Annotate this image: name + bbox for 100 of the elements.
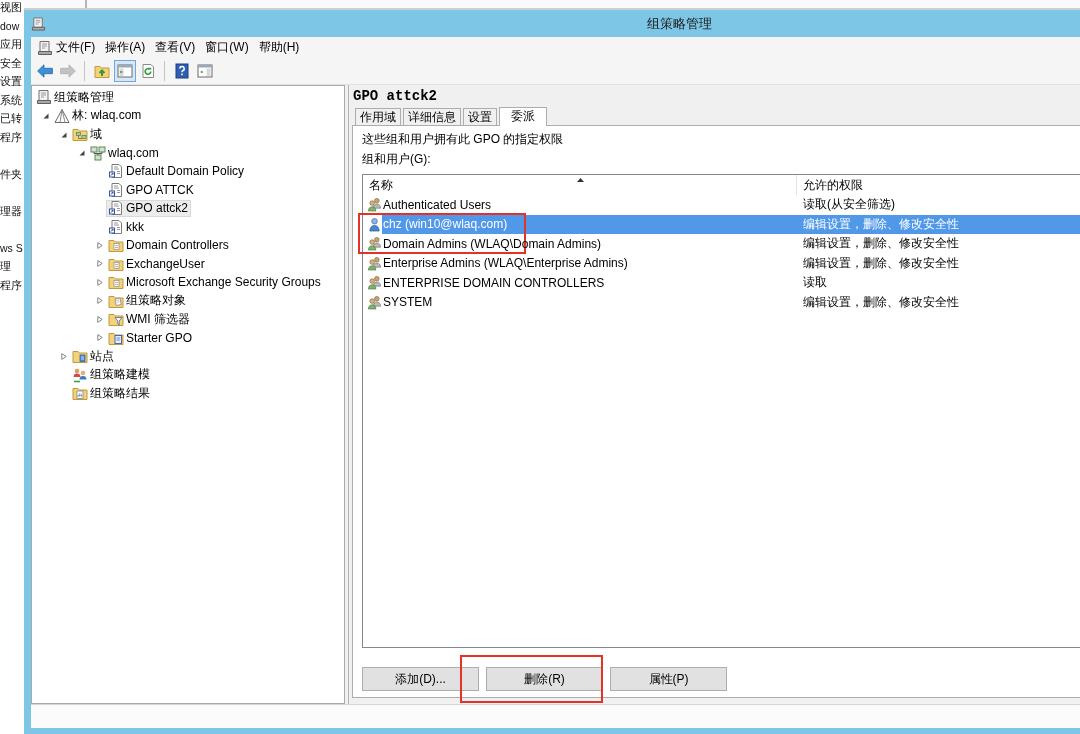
help-icon [174,63,190,79]
list-row[interactable]: SYSTEM 编辑设置，删除、修改安全性 [363,292,1080,312]
table-cell-text: 读取 [802,274,828,292]
tree-item[interactable]: GPO ATTCK [106,181,197,199]
tree-item[interactable]: Domain Controllers [106,236,232,254]
tree-item[interactable]: 站点 [70,347,117,365]
folder-report-icon [72,385,88,402]
tree-item[interactable]: kkk [106,218,147,236]
expand-arrow-icon[interactable] [97,241,103,249]
tab[interactable]: 委派 [499,107,547,126]
menu-item[interactable]: 文件(F) [51,38,101,57]
tree-item[interactable]: ExchangeUser [106,255,208,273]
menu-item[interactable]: 窗口(W) [200,38,254,57]
folder-document-icon [108,237,124,254]
window-title: 组策略管理 [646,14,712,33]
folder-up-icon [94,63,110,79]
dialog-button[interactable]: 删除(R) [486,667,603,691]
tree-item[interactable]: 组策略结果 [70,384,153,402]
group-icon [367,275,382,291]
background-window-item[interactable]: 已转 [0,111,24,130]
document-shortcut-icon [108,181,124,198]
window-left-pane-icon [117,63,133,79]
table-cell-text: 读取(从安全筛选) [802,196,896,214]
background-window-item[interactable]: dow [0,18,24,37]
tree-item[interactable]: 林: wlaq.com [52,107,145,125]
people-icon [72,366,88,383]
table-cell-text: chz (win10@wlaq.com) [382,217,509,232]
background-window-item[interactable]: 程序 [0,129,24,148]
group-icon [367,197,382,213]
document-shortcut-icon [108,163,124,180]
scroll-icon [31,15,46,32]
sort-arrow-icon [576,178,584,182]
folder-filter-icon [108,311,124,328]
tab[interactable]: 作用域 [355,108,401,125]
column-header[interactable]: 名称 [363,175,797,195]
menu-item[interactable]: 帮助(H) [253,38,305,57]
table-cell-text: Authenticated Users [382,197,493,212]
tree-item[interactable]: Microsoft Exchange Security Groups [106,273,324,291]
expand-arrow-icon[interactable] [97,260,103,268]
table-cell-text: 编辑设置，删除、修改安全性 [802,235,960,253]
collapse-arrow-icon[interactable] [61,130,67,138]
expand-arrow-icon[interactable] [97,334,103,342]
table-cell-text: 编辑设置，删除、修改安全性 [802,254,960,272]
console-tree-button[interactable] [114,60,136,82]
window-right-pane-icon [197,63,213,79]
background-window-item[interactable]: 系统 [0,92,24,111]
pyramid-icon [54,107,70,124]
tree-item[interactable]: Starter GPO [106,329,196,347]
document-shortcut-icon [108,218,124,235]
menu-item[interactable]: 操作(A) [100,38,151,57]
tree-item[interactable]: GPO attck2 [106,199,192,217]
table-cell-text: Enterprise Admins (WLAQ\Enterprise Admins) [382,256,629,271]
details-title: GPO attck2 [352,87,437,106]
table-cell-text: 编辑设置，删除、修改安全性 [802,215,960,233]
tree-item[interactable]: wlaq.com [88,144,162,162]
tree-item[interactable]: 组策略管理 [34,88,117,106]
table-cell-text: SYSTEM [382,295,434,310]
expand-arrow-icon[interactable] [61,352,67,360]
table-cell-text: ENTERPRISE DOMAIN CONTROLLERS [382,275,606,290]
document-shortcut-icon [108,200,124,217]
group-icon [367,236,382,252]
folder-box-icon [72,348,88,365]
dialog-button[interactable]: 属性(P) [610,667,727,691]
user-icon [367,216,382,232]
list-row[interactable]: Authenticated Users 读取(从安全筛选) [363,195,1080,215]
background-window-item[interactable]: 视图 [0,0,24,19]
background-window-item[interactable]: 理器 [0,203,24,222]
collapse-arrow-icon[interactable] [43,112,49,120]
folder-document-icon [108,274,124,291]
list-label: 组和用户(G): [362,151,431,168]
collapse-arrow-icon[interactable] [79,149,85,157]
list-row[interactable]: Enterprise Admins (WLAQ\Enterprise Admins) 编辑设置，删除、修改安全性 [363,253,1080,273]
background-window-item[interactable]: ws S [0,240,24,259]
background-window-item[interactable]: 件夹 [0,166,24,185]
tree-item[interactable]: Default Domain Policy [106,162,248,180]
network-icon [90,144,106,161]
background-window-item[interactable]: 设置 [0,74,24,93]
expand-arrow-icon[interactable] [97,297,103,305]
tree-item[interactable]: 组策略建模 [70,366,153,384]
scroll-icon [36,89,52,106]
column-header[interactable]: 允许的权限 [797,175,1080,195]
background-window-item[interactable]: 应用 [0,37,24,56]
network-folder-icon [72,126,88,143]
group-icon [367,255,382,271]
tree-item[interactable]: WMI 筛选器 [106,310,193,328]
menu-item[interactable]: 查看(V) [150,38,201,57]
tree-item[interactable]: 组策略对象 [106,292,189,310]
description-text: 这些组和用户拥有此 GPO 的指定权限 [362,131,564,148]
list-row[interactable]: ENTERPRISE DOMAIN CONTROLLERS 读取 [363,273,1080,293]
background-window-item[interactable]: 程序 [0,277,24,296]
table-cell-text: 编辑设置，删除、修改安全性 [802,293,960,311]
tab[interactable]: 详细信息 [403,108,461,125]
dialog-button[interactable]: 添加(D)... [362,667,479,691]
background-window-item[interactable]: 理 [0,259,24,278]
expand-arrow-icon[interactable] [97,315,103,323]
group-icon [367,294,382,310]
tab[interactable]: 设置 [463,108,497,125]
background-window-item[interactable]: 安全 [0,55,24,74]
tree-item[interactable]: 域 [70,125,105,143]
expand-arrow-icon[interactable] [97,278,103,286]
